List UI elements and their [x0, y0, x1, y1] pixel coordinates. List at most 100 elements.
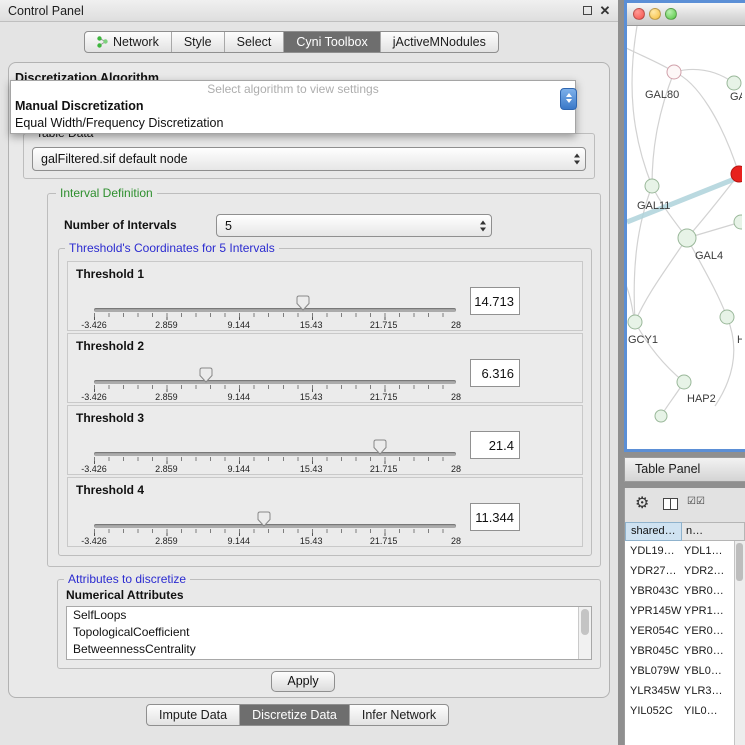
table-row[interactable]: YBR045CYBR0…	[625, 641, 745, 661]
select-columns-checkboxes-icon[interactable]: ☑☑	[687, 496, 705, 507]
table-row[interactable]: YBR043CYBR0…	[625, 581, 745, 601]
slider-thumb-icon[interactable]	[373, 439, 387, 455]
network-node[interactable]	[677, 375, 691, 389]
algorithm-prompt: Select algorithm to view settings	[11, 81, 575, 98]
table-row[interactable]: YIL052CYIL0…	[625, 701, 745, 721]
table-panel: ⚙ ☑☑ shared… n… YDL19…YDL1… YDR27…YDR2… …	[624, 488, 745, 745]
combobox-stepper-icon[interactable]	[574, 154, 580, 165]
tab-label: Impute Data	[159, 705, 227, 725]
table-row[interactable]: YLR345WYLR3…	[625, 681, 745, 701]
network-canvas[interactable]: GAL80 GA GAL11 GAL4 GCY1 H HAP2	[627, 26, 742, 449]
control-panel-tabs: Network Style Select Cyni Toolbox jActiv…	[84, 31, 499, 53]
slider-thumb-icon[interactable]	[257, 511, 271, 527]
list-item[interactable]: TopologicalCoefficient	[67, 624, 591, 641]
network-tab-icon	[97, 36, 108, 48]
tab-discretize-data[interactable]: Discretize Data	[240, 705, 350, 725]
network-node[interactable]	[678, 229, 696, 247]
table-data-selected-value: galFiltered.sif default node	[41, 152, 188, 166]
node-label: GA	[730, 91, 742, 103]
table-row[interactable]: YER054CYER0…	[625, 621, 745, 641]
close-icon[interactable]: ✕	[598, 4, 612, 18]
tab-network[interactable]: Network	[85, 32, 172, 52]
threshold-2-slider[interactable]: -3.426 2.859 9.144 15.43 21.715 28	[94, 334, 456, 402]
threshold-1-value-input[interactable]	[470, 287, 520, 315]
table-row[interactable]: YPR145WYPR1…	[625, 601, 745, 621]
column-header-shared-name[interactable]: shared…	[625, 522, 682, 541]
control-panel-titlebar: Control Panel ✕	[0, 0, 618, 22]
zoom-traffic-light-icon[interactable]	[665, 8, 677, 20]
thresholds-group: Threshold's Coordinates for 5 Intervals …	[58, 248, 592, 556]
menu-item-equal-width-frequency[interactable]: Equal Width/Frequency Discretization	[11, 115, 575, 132]
tick-label: 2.859	[155, 392, 178, 402]
tick-label: 21.715	[370, 464, 398, 474]
threshold-2-value-input[interactable]	[470, 359, 520, 387]
tab-impute-data[interactable]: Impute Data	[147, 705, 240, 725]
apply-button[interactable]: Apply	[271, 671, 335, 692]
table-row[interactable]: YBL079WYBL0…	[625, 661, 745, 681]
screen: Control Panel ✕ Network Style Select Cyn…	[0, 0, 745, 745]
close-traffic-light-icon[interactable]	[633, 8, 645, 20]
network-node[interactable]	[628, 315, 642, 329]
tab-cyni-toolbox[interactable]: Cyni Toolbox	[284, 32, 380, 52]
number-of-intervals-value: 5	[225, 219, 232, 233]
gear-icon[interactable]: ⚙	[635, 494, 649, 514]
network-node[interactable]	[667, 65, 681, 79]
slider-thumb-icon[interactable]	[199, 367, 213, 383]
slider-track[interactable]	[94, 380, 456, 384]
tick-label: 15.43	[300, 464, 323, 474]
network-node[interactable]	[734, 215, 742, 229]
slider-thumb-icon[interactable]	[296, 295, 310, 311]
slider-minor-ticks	[94, 457, 457, 461]
list-item[interactable]: SelfLoops	[67, 607, 591, 624]
cell: YLR345W	[625, 681, 682, 701]
float-window-icon[interactable]	[580, 4, 594, 18]
slider-track[interactable]	[94, 524, 456, 528]
threshold-4-slider[interactable]: -3.426 2.859 9.144 15.43 21.715 28	[94, 478, 456, 546]
highlighted-edge[interactable]	[627, 176, 742, 222]
numerical-attributes-list: SelfLoops TopologicalCoefficient Between…	[66, 606, 592, 660]
algorithm-dropdown-popup: Select algorithm to view settings Manual…	[10, 80, 576, 134]
network-node[interactable]	[655, 410, 667, 422]
tick-label: -3.426	[81, 392, 107, 402]
table-row[interactable]: YDL19…YDL1…	[625, 541, 745, 561]
columns-icon[interactable]	[663, 498, 678, 510]
tick-label: 21.715	[370, 392, 398, 402]
network-node[interactable]	[720, 310, 734, 324]
slider-track[interactable]	[94, 452, 456, 456]
combobox-stepper-icon[interactable]	[480, 220, 486, 231]
slider-track[interactable]	[94, 308, 456, 312]
menu-item-manual-discretization[interactable]: Manual Discretization	[11, 98, 575, 115]
control-panel: Control Panel ✕ Network Style Select Cyn…	[0, 0, 618, 745]
tab-select[interactable]: Select	[225, 32, 285, 52]
table-data-combobox[interactable]: galFiltered.sif default node	[32, 147, 586, 171]
algorithm-combobox-stepper-icon[interactable]	[560, 88, 577, 110]
tick-label: -3.426	[81, 320, 107, 330]
slider-minor-ticks	[94, 529, 457, 533]
network-node[interactable]	[727, 76, 741, 90]
threshold-3-slider[interactable]: -3.426 2.859 9.144 15.43 21.715 28	[94, 406, 456, 474]
tick-label: 28	[451, 536, 461, 546]
threshold-4-panel: Threshold 4 -3.426 2.859 9.144 15.43 21.…	[67, 477, 583, 547]
scrollbar-thumb[interactable]	[581, 609, 589, 635]
network-node[interactable]	[645, 179, 659, 193]
list-scrollbar[interactable]	[578, 607, 591, 659]
tab-infer-network[interactable]: Infer Network	[350, 705, 448, 725]
table-scrollbar[interactable]	[734, 541, 745, 745]
tab-jactivemodules[interactable]: jActiveMNodules	[381, 32, 498, 52]
list-item[interactable]: BetweennessCentrality	[67, 641, 591, 658]
number-of-intervals-combobox[interactable]: 5	[216, 214, 492, 237]
minimize-traffic-light-icon[interactable]	[649, 8, 661, 20]
threshold-4-value-input[interactable]	[470, 503, 520, 531]
table-row[interactable]: YDR27…YDR2…	[625, 561, 745, 581]
tab-label: Infer Network	[362, 705, 436, 725]
table-header-row: shared… n…	[625, 522, 745, 541]
threshold-3-value-input[interactable]	[470, 431, 520, 459]
tab-label: Style	[184, 32, 212, 52]
threshold-1-slider[interactable]: -3.426 2.859 9.144 15.43 21.715 28	[94, 262, 456, 330]
tab-style[interactable]: Style	[172, 32, 225, 52]
scrollbar-thumb[interactable]	[736, 543, 743, 581]
column-header-name[interactable]: n…	[682, 522, 745, 541]
selected-network-node[interactable]	[731, 166, 742, 182]
tick-label: 9.144	[228, 320, 251, 330]
cell: YDR27…	[625, 561, 682, 581]
